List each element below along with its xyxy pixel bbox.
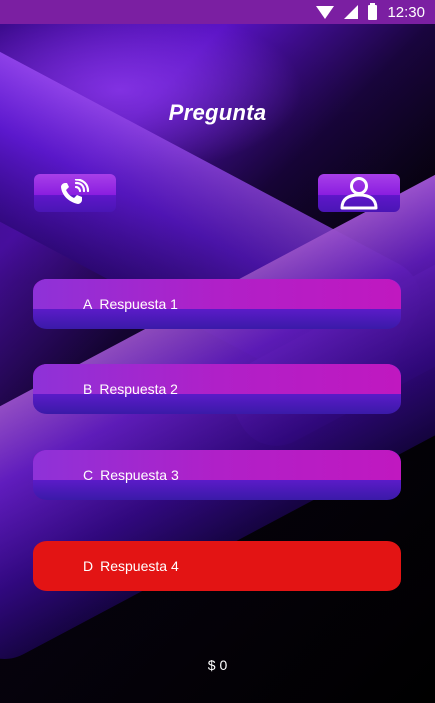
answer-label: A Respuesta 1	[83, 296, 178, 312]
answer-label: B Respuesta 2	[83, 381, 178, 397]
person-icon	[340, 177, 378, 210]
answer-label: D Respuesta 4	[83, 558, 179, 574]
signal-icon	[344, 5, 359, 19]
answer-letter: C	[83, 467, 94, 483]
answer-button-b[interactable]: B Respuesta 2	[33, 364, 401, 414]
status-time: 12:30	[387, 3, 425, 21]
wifi-icon	[316, 5, 335, 19]
answer-button-d[interactable]: D Respuesta 4	[33, 541, 401, 591]
answer-letter: A	[83, 296, 93, 312]
answer-letter: D	[83, 558, 94, 574]
answer-text: Respuesta 1	[99, 296, 178, 312]
audience-lifeline-button[interactable]	[318, 174, 400, 212]
answer-letter: B	[83, 381, 93, 397]
answer-text: Respuesta 2	[99, 381, 178, 397]
question-title: Pregunta	[168, 100, 267, 125]
game-screen: 12:30 Pregunta A Respuesta 1 B Respuesta…	[0, 0, 435, 703]
call-lifeline-button[interactable]	[34, 174, 116, 212]
phone-call-icon	[61, 179, 90, 204]
answer-label: C Respuesta 3	[83, 467, 179, 483]
answer-button-c[interactable]: C Respuesta 3	[33, 450, 401, 500]
status-bar: 12:30	[0, 0, 435, 24]
battery-icon	[368, 2, 378, 20]
answer-text: Respuesta 3	[100, 467, 179, 483]
score-display: $ 0	[207, 657, 228, 673]
answer-text: Respuesta 4	[100, 558, 179, 574]
answer-button-a[interactable]: A Respuesta 1	[33, 279, 401, 329]
